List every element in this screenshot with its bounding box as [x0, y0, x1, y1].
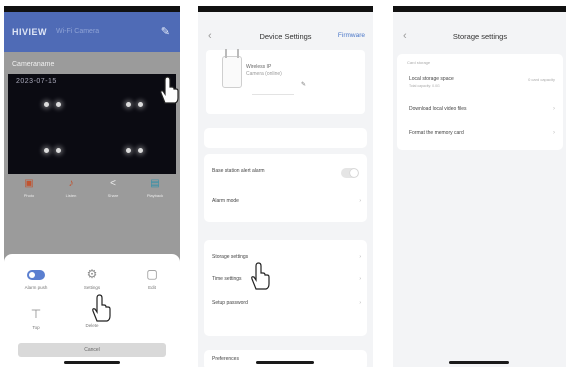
- chevron-right-icon: ›: [359, 198, 361, 204]
- app-brand: HIVIEW: [12, 27, 48, 37]
- settings-group: [204, 128, 367, 148]
- cancel-button[interactable]: Cancel: [18, 343, 166, 357]
- divider: [252, 94, 294, 95]
- format-card-row[interactable]: Format the memory card ›: [409, 130, 555, 136]
- alarm-push-toggle[interactable]: Alarm push: [16, 268, 56, 290]
- device-card: Wireless IP Camera (online) ✎: [206, 49, 365, 114]
- chevron-right-icon: ›: [553, 106, 555, 112]
- ir-light: [44, 148, 49, 153]
- time-settings-row[interactable]: Time settings ›: [212, 276, 361, 282]
- tap-hand-icon: [92, 294, 111, 322]
- settings-group: Storage settings › Time settings › Setup p…: [204, 240, 367, 336]
- edit-icon[interactable]: ✎: [161, 25, 170, 38]
- ir-light: [138, 148, 143, 153]
- app-header: HIVIEW Wi-Fi Camera ✎: [4, 12, 180, 52]
- chevron-right-icon: ›: [359, 276, 361, 282]
- ir-light: [56, 102, 61, 107]
- pin-top-icon: ⊤: [30, 307, 42, 321]
- home-indicator: [449, 361, 509, 364]
- alarm-mode-row[interactable]: Alarm mode ›: [212, 198, 361, 204]
- settings-group: Preferences: [204, 350, 367, 367]
- ir-light: [126, 102, 131, 107]
- range-extender-icon: [222, 49, 242, 88]
- toggle-icon: [27, 270, 45, 280]
- rename-icon[interactable]: ✎: [301, 81, 306, 88]
- preview-timestamp: 2023-07-15: [16, 78, 57, 85]
- ir-light: [126, 148, 131, 153]
- firmware-link[interactable]: Firmware: [338, 32, 365, 39]
- local-storage-row[interactable]: Local storage space Total capacity: 0.0G…: [409, 76, 555, 88]
- listen-button[interactable]: ♪ Listen: [54, 178, 88, 208]
- chevron-right-icon: ›: [553, 130, 555, 136]
- phone-screen-storage-settings: ‹ Storage settings Card storage Local st…: [393, 6, 566, 367]
- device-name: Wireless IP: [246, 64, 272, 70]
- group-caption: Card storage: [407, 60, 431, 65]
- alert-switch[interactable]: [341, 168, 359, 178]
- setup-password-row[interactable]: Setup password ›: [212, 300, 361, 306]
- camera-preview[interactable]: [8, 74, 176, 174]
- chevron-right-icon: ›: [359, 254, 361, 260]
- storage-card: Card storage Local storage space Total c…: [397, 54, 563, 150]
- share-button[interactable]: < Share: [96, 178, 130, 208]
- edit-box-icon: ▢: [146, 267, 158, 281]
- base-station-alert-row[interactable]: Base station alert alarm: [212, 168, 361, 174]
- tap-hand-icon: [251, 262, 270, 290]
- chevron-right-icon: ›: [359, 300, 361, 306]
- device-status: Camera (online): [246, 71, 282, 77]
- top-option[interactable]: ⊤ Top: [16, 306, 56, 330]
- preview-toolbar: ▣ Photo ♪ Listen < Share ▤ Playback: [8, 178, 176, 208]
- nav-bar: ‹ Storage settings: [393, 12, 566, 56]
- camera-icon: ▣: [24, 178, 34, 189]
- ir-light: [44, 102, 49, 107]
- playback-button[interactable]: ▤ Playback: [138, 178, 172, 208]
- photo-button[interactable]: ▣ Photo: [12, 178, 46, 208]
- settings-option[interactable]: ⚙ Settings: [72, 266, 112, 290]
- edit-option[interactable]: ▢ Edit: [132, 266, 172, 290]
- storage-settings-row[interactable]: Storage settings ›: [212, 254, 361, 260]
- camera-name: Cameraname: [12, 61, 55, 68]
- share-icon: <: [110, 178, 116, 189]
- download-videos-row[interactable]: Download local video files ›: [409, 106, 555, 112]
- settings-icon: ⚙: [86, 267, 98, 281]
- tap-hand-icon: [160, 76, 179, 104]
- settings-group: Base station alert alarm Alarm mode ›: [204, 154, 367, 222]
- home-indicator: [256, 361, 314, 364]
- ir-light: [138, 102, 143, 107]
- phone-screen-camera-list: HIVIEW Wi-Fi Camera ✎ Cameraname 2023-07…: [4, 6, 180, 367]
- home-indicator: [64, 361, 120, 364]
- phone-screen-device-settings: ‹ Device Settings Firmware Wireless IP C…: [198, 6, 373, 367]
- playback-icon: ▤: [150, 178, 160, 189]
- page-title: Storage settings: [452, 32, 508, 41]
- ir-light: [56, 148, 61, 153]
- speaker-icon: ♪: [68, 178, 74, 189]
- app-subtitle: Wi-Fi Camera: [56, 28, 100, 35]
